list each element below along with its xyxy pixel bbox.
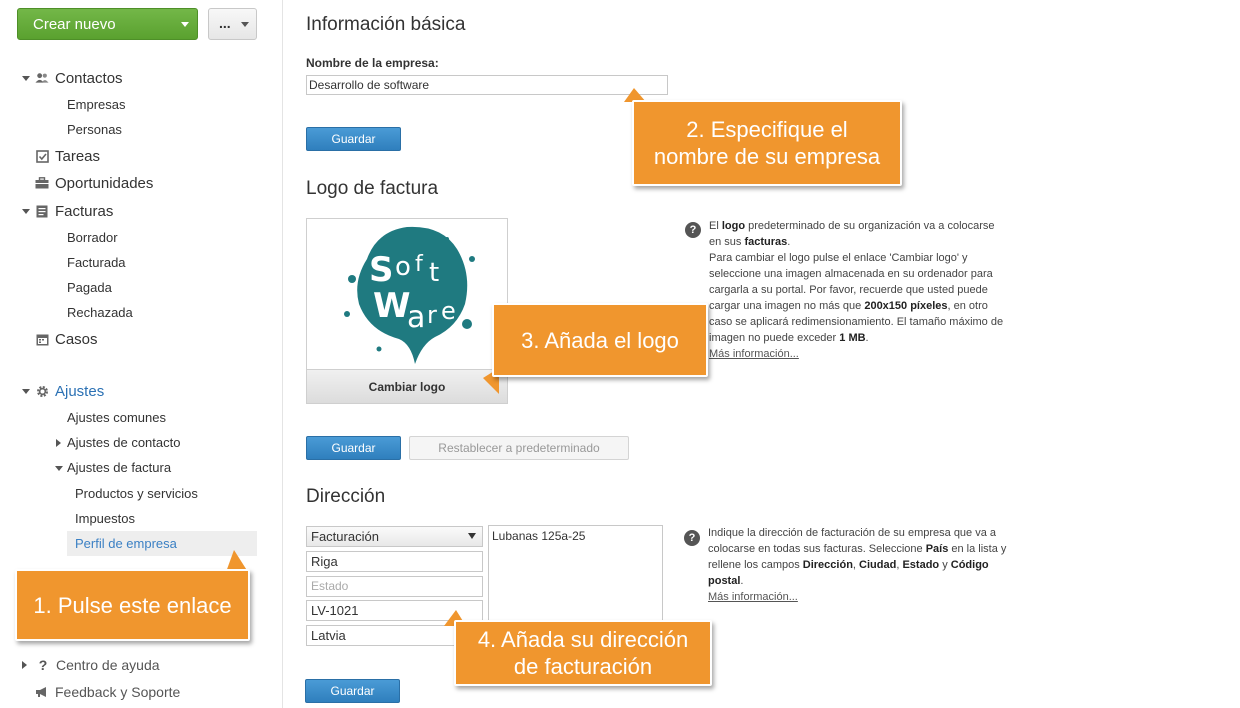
briefcase-icon [35,176,49,190]
sidebar-item-ajustes[interactable]: Ajustes [22,381,104,401]
callout-add-logo: 3. Añada el logo [492,303,708,377]
svg-text:S: S [369,250,394,290]
sidebar-item-tareas[interactable]: Tareas [22,146,100,166]
help-icon: ? [685,222,701,238]
sidebar-divider [282,0,283,708]
callout-billing-address: 4. Añada su dirección de facturación [454,620,712,686]
question-icon: ? [38,657,48,673]
sidebar-item-centro-ayuda[interactable]: ? Centro de ayuda [22,655,160,675]
collapsed-icon [22,661,27,669]
sidebar-item-feedback[interactable]: Feedback y Soporte [22,682,180,702]
sidebar-item-label: Personas [67,122,122,137]
sidebar-item-label: Productos y servicios [75,486,198,501]
save-logo-button[interactable]: Guardar [306,436,401,460]
more-info-link[interactable]: Más información... [708,591,798,603]
chevron-down-icon [241,22,249,27]
address-help-text: Indique la dirección de facturación de s… [708,527,1007,603]
sidebar-item-label: Casos [55,330,98,348]
sidebar-item-label: Feedback y Soporte [55,684,181,700]
create-new-button[interactable]: Crear nuevo [17,8,198,40]
sidebar-item-label: Contactos [55,69,123,87]
invoice-icon [35,204,49,218]
more-info-link[interactable]: Más información... [709,348,799,360]
more-actions-label: ... [219,15,231,31]
sidebar-item-impuestos[interactable]: Impuestos [75,510,135,528]
sidebar-item-pagada[interactable]: Pagada [67,279,112,297]
sidebar-item-label: Perfil de empresa [75,535,177,551]
state-input[interactable]: Estado [306,576,483,597]
company-name-label: Nombre de la empresa: [306,56,439,70]
sidebar-item-label: Ajustes de factura [67,460,172,475]
svg-text:t: t [429,258,439,288]
sidebar-item-rechazada[interactable]: Rechazada [67,304,133,322]
sidebar-item-label: Centro de ayuda [56,657,160,673]
address-type-select[interactable]: Facturación [306,526,483,547]
sidebar-item-label: Facturada [67,255,126,270]
collapsed-icon [56,439,61,447]
svg-text:a: a [407,300,425,335]
chevron-down-icon [181,22,189,27]
svg-text:W: W [373,286,411,326]
sidebar-item-label: Ajustes [55,382,105,400]
logo-help-text: El logo predeterminado de su organizació… [709,220,1004,360]
sidebar-item-label: Empresas [67,97,126,112]
basic-info-title: Información básica [306,14,466,35]
sidebar-item-borrador[interactable]: Borrador [67,229,118,247]
sidebar-item-label: Borrador [67,230,118,245]
checkbox-icon [35,149,49,163]
save-basic-button[interactable]: Guardar [306,127,401,151]
sidebar-item-contactos[interactable]: Contactos [22,68,123,88]
sidebar-item-label: Impuestos [75,511,135,526]
change-logo-button[interactable]: Cambiar logo [307,369,507,403]
sidebar-item-label: Facturas [55,202,114,220]
sidebar-item-label: Pagada [67,280,112,295]
save-address-button[interactable]: Guardar [305,679,400,703]
company-name-input[interactable] [306,75,668,95]
svg-text:o: o [395,252,411,282]
company-logo-image: S o f t W a r e [344,226,475,364]
svg-text:f: f [415,252,424,277]
expand-icon [22,208,30,214]
sidebar-item-label: Ajustes de contacto [67,435,181,450]
svg-text:e: e [441,297,456,325]
sidebar-item-facturada[interactable]: Facturada [67,254,126,272]
calendar-icon [35,332,49,346]
address-section-title: Dirección [306,486,386,507]
sidebar-item-personas[interactable]: Personas [67,121,122,139]
sidebar-item-label: Tareas [55,147,101,165]
svg-text:r: r [427,301,437,329]
more-actions-button[interactable]: ... [208,8,257,40]
sidebar-item-casos[interactable]: Casos [22,329,98,349]
reset-default-button[interactable]: Restablecer a predeterminado [409,436,629,460]
expand-icon [55,465,63,471]
address-type-value: Facturación [311,529,379,544]
people-icon [35,71,49,85]
logo-section-title: Logo de factura [306,178,439,199]
city-input[interactable]: Riga [306,551,483,572]
dropdown-arrow-icon [468,533,476,539]
sidebar-item-facturas[interactable]: Facturas [22,201,113,221]
sidebar-item-ajustes-contacto[interactable]: Ajustes de contacto [56,434,180,452]
sidebar-item-label: Oportunidades [55,174,154,192]
sidebar-item-ajustes-comunes[interactable]: Ajustes comunes [67,409,166,427]
megaphone-icon [35,685,49,699]
help-icon: ? [684,530,700,546]
sidebar-item-oportunidades[interactable]: Oportunidades [22,173,153,193]
logo-preview: S o f t W a r e Cambiar logo [306,218,508,404]
sidebar-item-productos[interactable]: Productos y servicios [75,485,198,503]
sidebar-item-ajustes-factura[interactable]: Ajustes de factura [55,459,171,477]
expand-icon [22,75,30,81]
sidebar-item-label: Ajustes comunes [67,410,166,425]
sidebar-item-empresas[interactable]: Empresas [67,96,126,114]
expand-icon [22,388,30,394]
callout-click-link: 1. Pulse este enlace [15,569,250,641]
create-new-label: Crear nuevo [33,15,116,33]
sidebar-item-label: Rechazada [67,305,133,320]
gear-icon [35,384,49,398]
callout-company-name: 2. Especifique el nombre de su empresa [632,100,902,186]
